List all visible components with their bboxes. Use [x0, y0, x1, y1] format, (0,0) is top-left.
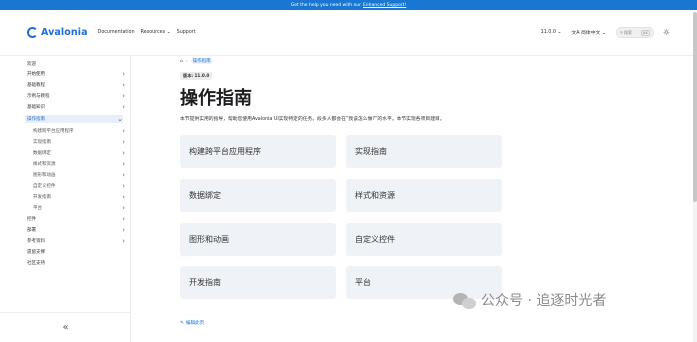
search-button[interactable]: ⚲ 搜索 ⌘K — [615, 27, 654, 38]
sidebar-item-data-binding[interactable]: 数据绑定 › — [33, 149, 125, 157]
sidebar-item-cross-platform[interactable]: 构建跨平台应用程序 › — [33, 127, 125, 135]
avalonia-logo-icon — [27, 27, 38, 38]
sidebar-item-label: 构建跨平台应用程序 — [33, 129, 74, 134]
chevron-right-icon[interactable]: › — [122, 182, 125, 190]
sidebar-item-reference[interactable]: 参考资料 › — [27, 237, 125, 245]
chevron-right-icon[interactable]: › — [122, 103, 125, 111]
intro-text: 本节提供实用的指导，帮助您使用Avalonia UI实现特定的任务。段多人都会在… — [180, 117, 445, 122]
breadcrumb-separator: › — [185, 58, 188, 64]
chevron-right-icon[interactable]: › — [122, 226, 125, 234]
sidebar-item-label: 部署 — [27, 228, 36, 233]
sidebar-item-implementation[interactable]: 实现指南 › — [33, 138, 125, 146]
sidebar-item-label: 遗留支撑 — [27, 250, 45, 255]
chevron-right-icon[interactable]: › — [122, 237, 125, 245]
breadcrumb: ⌂ › 操作指南 — [180, 58, 213, 64]
card-styles[interactable]: 样式和资源 — [346, 179, 502, 212]
chevron-right-icon[interactable]: › — [122, 171, 125, 179]
banner-support-link[interactable]: Enhanced Support! — [363, 3, 406, 8]
sidebar-item-controls[interactable]: 控件 › — [27, 215, 125, 223]
search-placeholder: 搜索 — [624, 29, 633, 35]
sidebar-item-styles[interactable]: 样式和资源 › — [33, 160, 125, 168]
chevron-right-icon[interactable]: › — [122, 92, 125, 100]
page-title: 操作指南 — [180, 88, 252, 109]
announcement-banner: Get the help you need with our Enhanced … — [0, 0, 697, 10]
collapse-sidebar-button[interactable]: « — [0, 312, 131, 342]
chevron-right-icon[interactable]: › — [122, 215, 125, 223]
chevron-right-icon[interactable]: › — [122, 160, 125, 168]
translate-icon: 文A — [571, 31, 582, 36]
version-badge: 版本: 11.0.0 — [180, 72, 213, 80]
sidebar-item-label: 平台 — [33, 206, 42, 211]
sidebar-item-label: 操作指南 — [27, 117, 45, 122]
sidebar-item-label: 数据绑定 — [33, 151, 51, 156]
theme-toggle-sun-icon[interactable]: ☼ — [663, 28, 670, 37]
sidebar-item-basic-tutorial[interactable]: 基础教程 › — [27, 81, 125, 89]
edit-page-label: 编辑此页 — [185, 321, 205, 326]
chevron-right-icon[interactable]: › — [122, 70, 125, 78]
language-dropdown[interactable]: 文A 简体中文 ⌄ — [571, 29, 605, 36]
sidebar-item-label: 控件 — [27, 217, 36, 222]
sidebar-item-samples[interactable]: 示例与教程 › — [27, 92, 125, 100]
chevron-right-icon[interactable]: › — [122, 149, 125, 157]
card-graphics[interactable]: 图形和动画 — [180, 223, 336, 256]
sidebar-item-how-to[interactable]: 操作指南 ⌄ — [25, 115, 123, 123]
banner-text: Get the help you need with our — [290, 2, 361, 8]
sidebar-item-dev-guide[interactable]: 开发指南 › — [33, 193, 125, 201]
sidebar-item-basics[interactable]: 基础知识 › — [27, 103, 125, 111]
sidebar-item-label: 参考资料 — [27, 239, 45, 244]
language-label: 简体中文 ⌄ — [581, 31, 606, 36]
card-custom-controls[interactable]: 自定义控件 — [346, 223, 502, 256]
docs-sidebar: 欢迎 开始使用 › 基础教程 › 示例与教程 › 基础知识 › 操作指南 ⌄ 构建跨平台应… — [0, 56, 131, 342]
chevron-right-icon[interactable]: › — [122, 193, 125, 201]
navbar-right: 11.0.0 ⌄ 文A 简体中文 ⌄ ⚲ 搜索 ⌘K ☼ — [541, 27, 670, 38]
chevron-right-icon[interactable]: › — [122, 138, 125, 146]
sidebar-item-custom-controls[interactable]: 自定义控件 › — [33, 182, 125, 190]
version-dropdown[interactable]: 11.0.0 ⌄ — [541, 30, 562, 35]
pencil-icon: ✎ — [180, 320, 184, 326]
sidebar-item-label: 实现指南 — [33, 140, 51, 145]
nav-documentation[interactable]: Documentation — [98, 30, 135, 35]
sidebar-item-community[interactable]: 社区支持 — [27, 259, 125, 267]
sidebar-item-graphics[interactable]: 图形和动画 › — [33, 171, 125, 179]
double-chevron-left-icon: « — [62, 322, 69, 333]
sidebar-item-welcome[interactable]: 欢迎 — [27, 60, 125, 68]
scrollbar-thumb[interactable] — [693, 12, 697, 202]
sidebar-item-label: 开始使用 — [27, 72, 45, 77]
nav-support[interactable]: Support — [177, 30, 196, 35]
card-cross-platform[interactable]: 构建跨平台应用程序 — [180, 135, 336, 168]
edit-page-link[interactable]: ✎ 编辑此页 — [180, 320, 205, 327]
search-shortcut: ⌘K — [640, 29, 650, 36]
watermark-text: 公众号 · 追逐时光者 — [481, 293, 607, 309]
card-implementation[interactable]: 实现指南 — [346, 135, 502, 168]
page-scrollbar[interactable] — [693, 12, 697, 342]
chevron-right-icon[interactable]: › — [122, 204, 125, 212]
sidebar-item-label: 欢迎 — [27, 62, 36, 67]
chevron-right-icon[interactable]: › — [122, 127, 125, 135]
sidebar-item-label: 示例与教程 — [27, 94, 50, 99]
sidebar-item-label: 基础教程 — [27, 83, 45, 88]
top-navbar: Avalonia Documentation Resources ⌄ Suppo… — [0, 10, 697, 56]
sidebar-item-label: 自定义控件 — [33, 184, 56, 189]
chevron-right-icon[interactable]: › — [122, 81, 125, 89]
sidebar-item-label: 基础知识 — [27, 105, 45, 110]
sidebar-item-label: 社区支持 — [27, 261, 45, 266]
sidebar-item-label: 样式和资源 — [33, 162, 56, 167]
sidebar-item-platforms[interactable]: 平台 › — [33, 204, 125, 212]
card-data-binding[interactable]: 数据绑定 — [180, 179, 336, 212]
breadcrumb-current: 操作指南 — [190, 58, 213, 64]
watermark: 公众号 · 追逐时光者 — [453, 290, 606, 310]
chevron-down-icon[interactable]: ⌄ — [117, 115, 123, 123]
sidebar-item-legacy[interactable]: 遗留支撑 — [27, 248, 125, 256]
sidebar-item-getting-started[interactable]: 开始使用 › — [27, 70, 125, 78]
home-icon[interactable]: ⌂ — [180, 59, 183, 64]
sidebar-item-label: 图形和动画 — [33, 173, 56, 178]
nav-resources[interactable]: Resources ⌄ — [141, 30, 171, 35]
sidebar-item-label: 开发指南 — [33, 195, 51, 200]
sidebar-item-deploy[interactable]: 部署 › — [27, 226, 125, 234]
brand-name: Avalonia — [41, 27, 88, 38]
brand-logo[interactable]: Avalonia — [27, 27, 88, 38]
card-dev-guide[interactable]: 开发指南 — [180, 266, 336, 299]
wechat-icon — [453, 291, 477, 309]
